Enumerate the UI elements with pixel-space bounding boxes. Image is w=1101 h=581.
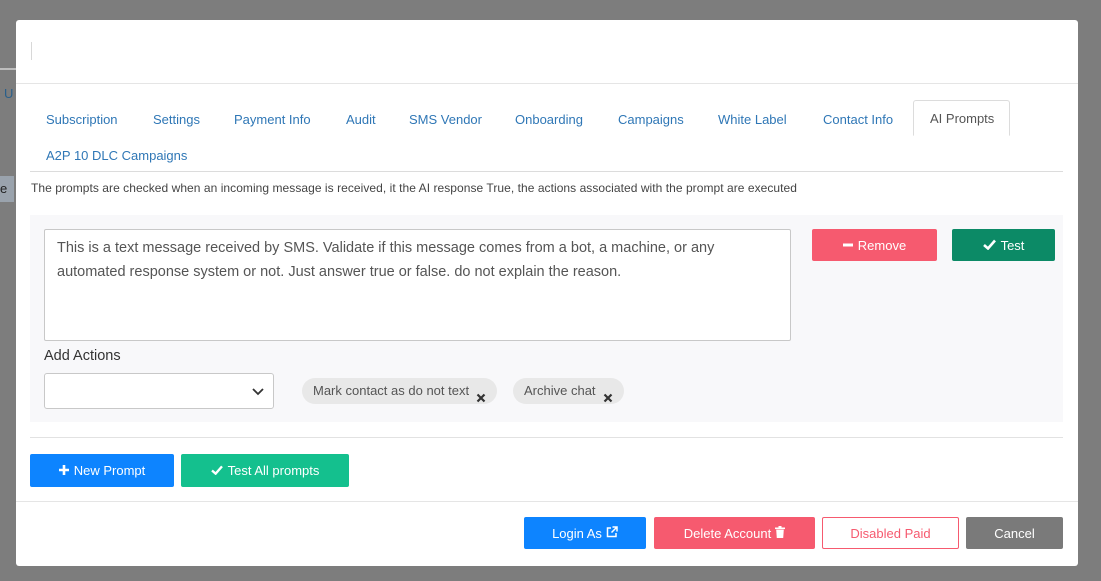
- tab-onboarding[interactable]: Onboarding: [499, 102, 599, 137]
- minus-icon: [842, 238, 853, 253]
- backdrop-strip: [0, 68, 16, 70]
- remove-prompt-label: Remove: [857, 237, 907, 253]
- test-prompt-label: Test: [1000, 237, 1025, 253]
- action-chip-do-not-text: Mark contact as do not text: [302, 378, 498, 404]
- remove-prompt-button[interactable]: Remove: [812, 229, 937, 261]
- test-prompt-button[interactable]: Test: [952, 229, 1055, 261]
- prompts-description: The prompts are checked when an incoming…: [31, 181, 797, 195]
- tab-campaigns[interactable]: Campaigns: [602, 102, 700, 137]
- backdrop-label: U: [4, 86, 14, 101]
- cancel-button[interactable]: Cancel: [966, 517, 1063, 549]
- test-all-prompts-button[interactable]: Test All prompts: [181, 454, 349, 487]
- action-chip-label: Archive chat: [524, 383, 596, 398]
- action-chip-label: Mark contact as do not text: [313, 383, 470, 398]
- login-as-button[interactable]: Login As: [524, 517, 646, 549]
- tab-contact-info[interactable]: Contact Info: [807, 102, 909, 137]
- prompt-card: This is a text message received by SMS. …: [30, 215, 1063, 422]
- trash-icon: [775, 525, 786, 541]
- external-link-icon: [606, 525, 618, 541]
- check-icon: [982, 238, 996, 253]
- login-as-label: Login As: [552, 525, 602, 541]
- prompt-textarea[interactable]: This is a text message received by SMS. …: [44, 229, 791, 341]
- tab-audit[interactable]: Audit: [330, 102, 392, 137]
- new-prompt-button[interactable]: New Prompt: [30, 454, 174, 487]
- section-divider: [30, 437, 1063, 438]
- tab-payment-info[interactable]: Payment Info: [218, 102, 327, 137]
- header-caret: [31, 42, 32, 60]
- tab-bar: Subscription Settings Payment Info Audit…: [30, 100, 1063, 172]
- backdrop-field: e: [0, 176, 14, 202]
- backdrop-field-label: e: [0, 181, 8, 196]
- action-chip-archive-chat: Archive chat: [513, 378, 624, 404]
- actions-select[interactable]: [44, 373, 274, 409]
- footer-divider: [16, 501, 1078, 502]
- chevron-down-icon: [251, 384, 265, 398]
- tab-sms-vendor[interactable]: SMS Vendor: [393, 102, 498, 137]
- tab-white-label[interactable]: White Label: [702, 102, 803, 137]
- tab-subscription[interactable]: Subscription: [30, 102, 134, 137]
- tab-a2p-10dlc-campaigns[interactable]: A2P 10 DLC Campaigns: [30, 138, 203, 173]
- test-all-prompts-label: Test All prompts: [227, 463, 320, 478]
- modal-header: [16, 20, 1078, 84]
- new-prompt-label: New Prompt: [73, 463, 146, 478]
- disabled-paid-button[interactable]: Disabled Paid: [822, 517, 959, 549]
- delete-account-button[interactable]: Delete Account: [654, 517, 815, 549]
- plus-icon: [58, 463, 69, 478]
- tab-settings[interactable]: Settings: [137, 102, 216, 137]
- tab-ai-prompts[interactable]: AI Prompts: [913, 100, 1010, 136]
- close-icon[interactable]: [476, 386, 486, 403]
- close-icon[interactable]: [603, 386, 613, 403]
- account-modal: Subscription Settings Payment Info Audit…: [16, 20, 1078, 566]
- add-actions-label: Add Actions: [44, 348, 121, 364]
- check-icon: [210, 463, 223, 478]
- delete-account-label: Delete Account: [683, 525, 772, 541]
